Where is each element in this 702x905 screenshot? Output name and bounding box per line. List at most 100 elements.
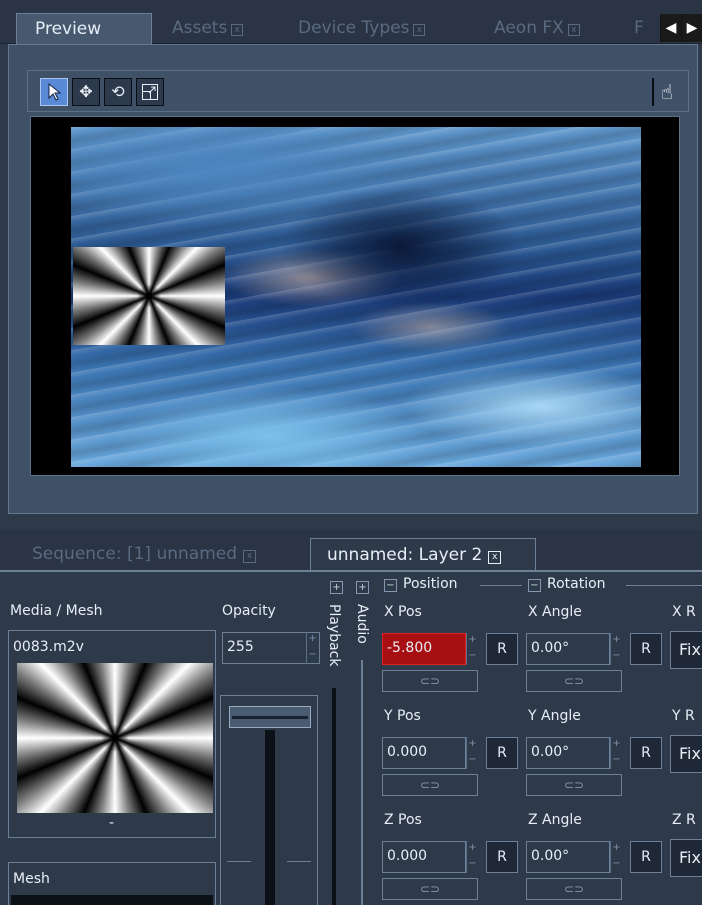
tab-assets-label: Assets	[172, 18, 228, 38]
tab-overflow-label: F	[634, 18, 644, 38]
y-angle-field[interactable]: 0.00°	[526, 737, 610, 769]
y-angle-stepper[interactable]: + −	[610, 737, 622, 769]
hand-icon[interactable]: ☝	[652, 78, 680, 106]
z-angle-field[interactable]: 0.00°	[526, 841, 610, 873]
tab-layer-label: unnamed: Layer 2	[327, 545, 483, 565]
tab-aeon-fx[interactable]: Aeon FX x	[486, 13, 614, 44]
close-icon[interactable]: x	[243, 550, 257, 563]
slider-handle[interactable]	[229, 706, 311, 728]
tab-scroll-arrows: ◀ ▶	[660, 14, 702, 42]
scroll-left-icon[interactable]: ◀	[661, 14, 681, 42]
mesh-list[interactable]	[11, 895, 213, 905]
x-r-label: X R	[672, 604, 696, 620]
y-pos-stepper[interactable]: + −	[466, 737, 478, 769]
x-pos-reset-button[interactable]: R	[486, 633, 518, 665]
group-rotation-label: Rotation	[547, 576, 606, 592]
divider	[480, 585, 522, 586]
tab-sequence-label: Sequence: [1] unnamed	[32, 544, 238, 564]
preview-tab-bar: Preview Assets x Device Types x Aeon FX x F…	[0, 0, 702, 44]
media-thumbnail-frame[interactable]: 0083.m2v -	[8, 630, 216, 838]
z-angle-stepper[interactable]: + −	[610, 841, 622, 873]
tab-aeon-fx-label: Aeon FX	[494, 18, 564, 38]
playback-bar	[332, 688, 336, 905]
y-pos-field[interactable]: 0.000	[382, 737, 466, 769]
tab-layer[interactable]: unnamed: Layer 2 x	[310, 538, 536, 572]
rotate-icon[interactable]: ⟲	[104, 78, 132, 106]
y-pos-value: 0.000	[387, 744, 428, 760]
opacity-header: Opacity	[222, 603, 276, 619]
opacity-stepper[interactable]: + −	[306, 632, 318, 664]
x-pos-label: X Pos	[384, 604, 422, 620]
divider	[626, 585, 702, 586]
slider-tick	[227, 861, 251, 862]
x-angle-stepper[interactable]: + −	[610, 633, 622, 665]
x-angle-field[interactable]: 0.00°	[526, 633, 610, 665]
tab-preview-label: Preview	[35, 19, 102, 39]
x-pos-field[interactable]: -5.800	[382, 633, 466, 665]
close-icon[interactable]: x	[567, 24, 580, 36]
z-angle-reset-button[interactable]: R	[630, 841, 662, 873]
y-angle-value: 0.00°	[531, 744, 570, 760]
x-angle-link-icon[interactable]: ⊂⊃	[526, 670, 622, 692]
audio-tab-label: Audio	[354, 604, 370, 644]
audio-tab[interactable]: Audio	[352, 604, 372, 905]
scroll-right-icon[interactable]: ▶	[682, 14, 702, 42]
x-pos-link-icon[interactable]: ⊂⊃	[382, 670, 478, 692]
mesh-header: Mesh	[13, 871, 50, 887]
z-angle-label: Z Angle	[528, 812, 582, 828]
collapse-icon[interactable]: −	[384, 579, 397, 592]
z-pos-link-icon[interactable]: ⊂⊃	[382, 878, 478, 900]
z-pos-reset-button[interactable]: R	[486, 841, 518, 873]
collapse-icon[interactable]: −	[528, 579, 541, 592]
scale-icon[interactable]	[136, 78, 164, 106]
close-icon[interactable]: x	[413, 24, 426, 36]
slider-tick	[287, 861, 311, 862]
mesh-section[interactable]: Mesh	[8, 862, 216, 905]
tab-sequence[interactable]: Sequence: [1] unnamed x	[22, 538, 312, 572]
z-pos-stepper[interactable]: + −	[466, 841, 478, 873]
tab-preview[interactable]: Preview	[16, 13, 152, 44]
y-angle-reset-button[interactable]: R	[630, 737, 662, 769]
z-r-label: Z R	[672, 812, 696, 828]
y-pos-link-icon[interactable]: ⊂⊃	[382, 774, 478, 796]
overlay-layer[interactable]	[73, 247, 225, 345]
z-angle-link-icon[interactable]: ⊂⊃	[526, 878, 622, 900]
close-icon[interactable]: x	[231, 24, 244, 36]
x-pos-value: -5.800	[387, 640, 433, 656]
group-rotation[interactable]: − Rotation	[528, 576, 606, 592]
group-collapsed-1[interactable]: +	[330, 578, 349, 594]
y-pos-reset-button[interactable]: R	[486, 737, 518, 769]
y-angle-link-icon[interactable]: ⊂⊃	[526, 774, 622, 796]
move-icon[interactable]: ✥	[72, 78, 100, 106]
z-pos-label: Z Pos	[384, 812, 422, 828]
preview-canvas[interactable]	[30, 116, 680, 476]
y-angle-label: Y Angle	[528, 708, 581, 724]
z-angle-value: 0.00°	[531, 848, 570, 864]
x-fix-button[interactable]: Fix	[670, 631, 702, 669]
tab-assets[interactable]: Assets x	[164, 13, 276, 44]
media-thumbnail[interactable]	[17, 663, 213, 813]
playback-tab[interactable]: Playback	[324, 604, 344, 905]
group-position[interactable]: − Position	[384, 576, 458, 592]
tab-device-types-label: Device Types	[298, 18, 410, 38]
select-arrow-icon[interactable]	[40, 78, 68, 106]
y-fix-button[interactable]: Fix	[670, 735, 702, 773]
y-r-label: Y R	[672, 708, 695, 724]
media-mesh-header: Media / Mesh	[10, 603, 103, 619]
tab-divider	[0, 570, 702, 572]
opacity-value: 255	[227, 639, 254, 655]
x-angle-reset-button[interactable]: R	[630, 633, 662, 665]
tab-overflow[interactable]: F	[626, 13, 660, 44]
close-icon[interactable]: x	[488, 551, 502, 564]
z-fix-button[interactable]: Fix	[670, 839, 702, 877]
group-collapsed-2[interactable]: +	[356, 578, 375, 594]
x-pos-stepper[interactable]: + −	[466, 633, 478, 665]
z-pos-field[interactable]: 0.000	[382, 841, 466, 873]
tab-device-types[interactable]: Device Types x	[290, 13, 470, 44]
expand-icon[interactable]: +	[356, 581, 369, 594]
preview-toolbar: ✥ ⟲ ☝	[27, 70, 689, 112]
expand-icon[interactable]: +	[330, 581, 343, 594]
x-angle-label: X Angle	[528, 604, 582, 620]
x-angle-value: 0.00°	[531, 640, 570, 656]
opacity-slider[interactable]	[220, 695, 318, 905]
